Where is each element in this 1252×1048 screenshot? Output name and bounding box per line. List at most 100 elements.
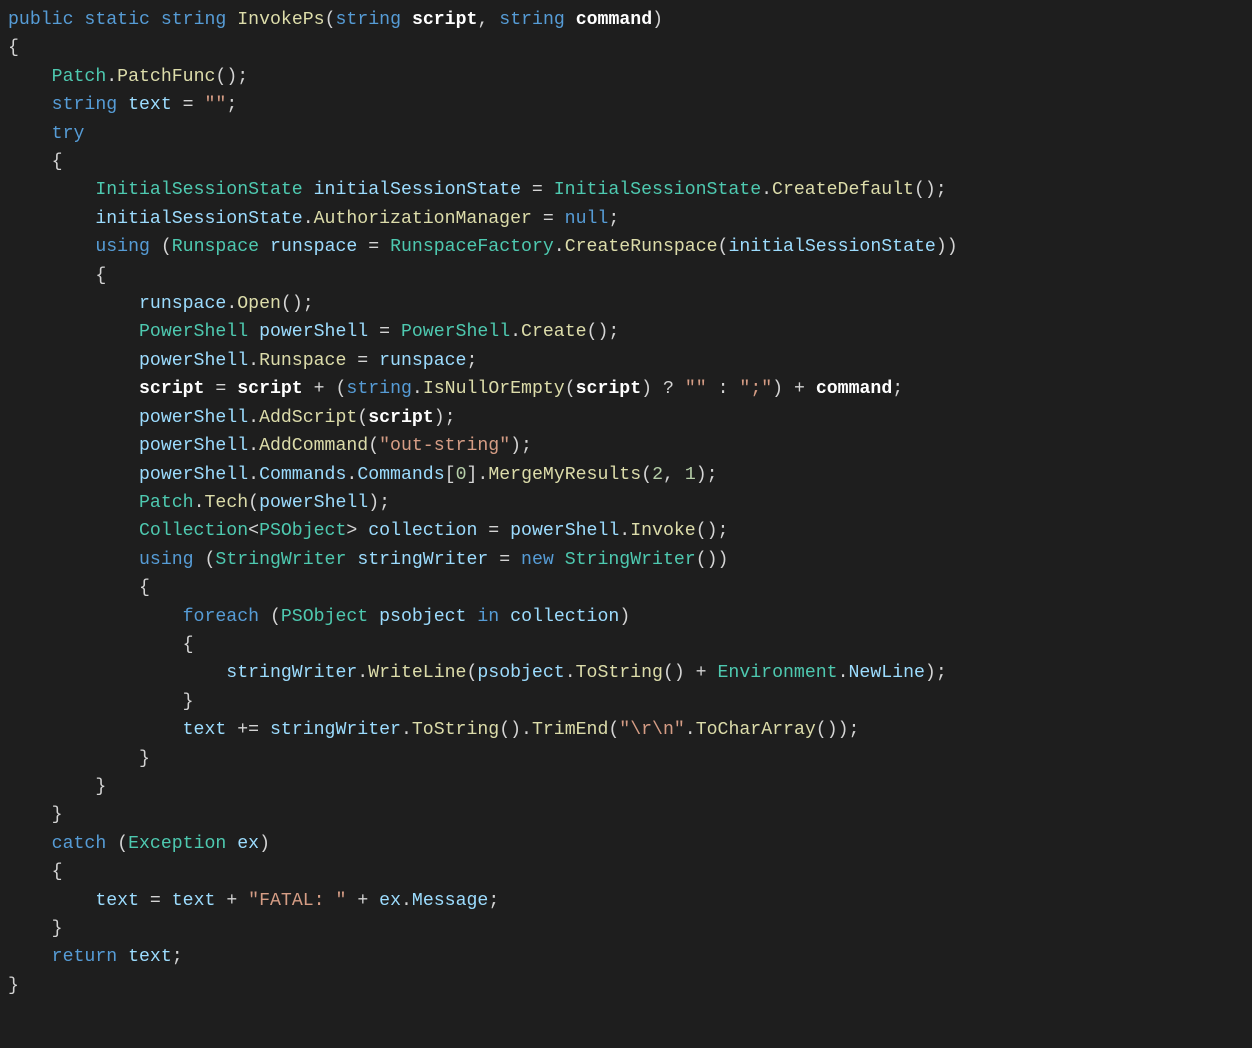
token-str: "out-string" [379,436,510,456]
token-punc: ); [925,663,947,683]
token-punc: ]. [466,465,488,485]
token-punc: ( [565,379,576,399]
token-punc: . [619,521,630,541]
token-num: 1 [685,465,696,485]
code-line: catch (Exception ex) [8,834,270,854]
token-type: InitialSessionState [554,180,761,200]
token-str: "\r\n" [619,720,685,740]
token-var: ex [237,834,259,854]
token-kw: string [346,379,412,399]
token-punc [74,10,85,30]
token-punc: : [707,379,740,399]
token-punc [117,95,128,115]
token-punc: . [106,67,117,87]
token-var: collection [510,607,619,627]
token-punc: , [663,465,685,485]
token-punc: ( [325,10,336,30]
token-punc: ); [434,408,456,428]
token-punc [499,607,510,627]
token-punc: { [95,266,106,286]
token-str: "" [685,379,707,399]
token-wht: script [237,379,303,399]
token-str: ";" [739,379,772,399]
token-punc: = [204,379,237,399]
token-punc: (); [215,67,248,87]
token-var: ex [379,891,401,911]
token-kw: null [565,209,609,229]
token-type: RunspaceFactory [390,237,554,257]
token-punc: ( [641,465,652,485]
token-punc: ; [892,379,903,399]
token-punc: . [838,663,849,683]
code-line: using (StringWriter stringWriter = new S… [8,550,728,570]
token-kw: static [84,10,150,30]
token-method: CreateRunspace [565,237,718,257]
token-method: Tech [204,493,248,513]
token-var: runspace [379,351,466,371]
token-var: NewLine [849,663,925,683]
token-method: TrimEnd [532,720,608,740]
token-kw: using [139,550,194,570]
token-punc: ( [368,436,379,456]
token-punc: (); [281,294,314,314]
token-punc [117,947,128,967]
token-punc: [ [445,465,456,485]
code-line: string text = ""; [8,95,237,115]
token-punc: . [401,891,412,911]
code-line: } [8,919,63,939]
code-line: } [8,976,19,996]
token-type: PSObject [281,607,368,627]
token-type: Patch [139,493,194,513]
token-punc: < [248,521,259,541]
token-var: stringWriter [226,663,357,683]
code-line: public static string InvokePs(string scr… [8,10,663,30]
token-punc: ) [619,607,630,627]
token-punc: } [8,976,19,996]
token-punc: . [357,663,368,683]
token-method: IsNullOrEmpty [423,379,565,399]
token-punc: ( [466,663,477,683]
token-var: runspace [270,237,357,257]
token-punc: + ( [303,379,347,399]
token-method: CreateDefault [772,180,914,200]
code-line: runspace.Open(); [8,294,314,314]
token-punc: + [215,891,248,911]
token-punc: ; [488,891,499,911]
code-line: } [8,749,150,769]
token-num: 2 [652,465,663,485]
token-kw: foreach [183,607,259,627]
code-block: public static string InvokePs(string scr… [0,0,1252,1008]
token-var: stringWriter [357,550,488,570]
token-punc: ; [608,209,619,229]
token-punc: (); [914,180,947,200]
token-punc: ()); [816,720,860,740]
token-punc: = [357,237,390,257]
token-punc [554,550,565,570]
token-punc: { [139,578,150,598]
token-type: Exception [128,834,226,854]
token-punc: ) ? [641,379,685,399]
token-var: powerShell [139,436,248,456]
code-line: stringWriter.WriteLine(psobject.ToString… [8,663,947,683]
token-punc: = [488,550,521,570]
token-method: Open [237,294,281,314]
token-punc: ( [259,607,281,627]
token-punc [401,10,412,30]
token-type: PowerShell [139,322,248,342]
code-line: using (Runspace runspace = RunspaceFacto… [8,237,958,257]
code-line: foreach (PSObject psobject in collection… [8,607,630,627]
token-punc: } [52,805,63,825]
token-kw: string [161,10,227,30]
token-kw: string [499,10,565,30]
token-punc: } [139,749,150,769]
code-line: return text; [8,947,183,967]
token-punc: ( [357,408,368,428]
token-punc [346,550,357,570]
token-var: initialSessionState [728,237,935,257]
token-method: MergeMyResults [488,465,641,485]
token-punc: . [510,322,521,342]
code-line: { [8,862,63,882]
token-punc: ) + [772,379,816,399]
token-punc: ( [608,720,619,740]
token-var: text [128,947,172,967]
